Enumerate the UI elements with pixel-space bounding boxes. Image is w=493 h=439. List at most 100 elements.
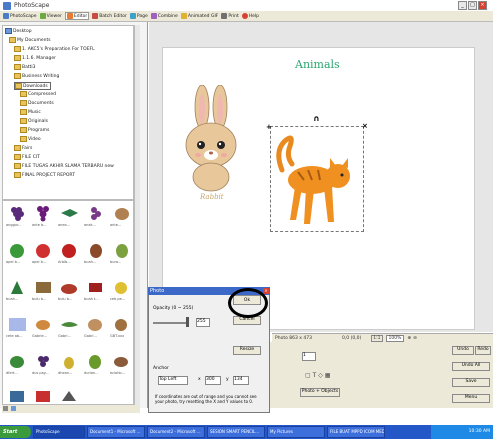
thumbnail-caption: durian... — [84, 371, 99, 375]
resize-button[interactable]: Resize — [233, 346, 261, 355]
dialog-note: If coordinates are out of range and you … — [155, 394, 257, 404]
folder-icon — [14, 172, 21, 178]
tree-node-label: My Documents — [17, 37, 51, 43]
taskbar-item[interactable]: PhotoScape — [33, 426, 85, 438]
window-controls: _ □ × — [458, 1, 487, 10]
tree-node[interactable]: Video — [20, 136, 41, 142]
help-icon — [241, 13, 248, 19]
rabbit-label: Rabbit — [200, 193, 224, 201]
tree-node[interactable]: FILE TUGAS AKHIR SLAMA TERBARU new — [14, 163, 114, 169]
zoom-display[interactable]: 100% — [385, 334, 405, 342]
size-icon[interactable] — [3, 406, 8, 411]
tree-node[interactable]: Music — [20, 109, 41, 115]
start-button[interactable]: Start — [0, 426, 31, 438]
undo-all-button[interactable]: Undo All — [452, 362, 490, 371]
thumbnail-item[interactable] — [6, 389, 29, 404]
tree-node[interactable]: Documents — [20, 100, 54, 106]
thumbnail-caption: bulu b... — [58, 297, 73, 301]
tree-node[interactable]: Business Writing — [14, 73, 59, 79]
tree-node[interactable]: My Documents — [9, 37, 51, 43]
editor-icon — [66, 13, 73, 19]
tree-node-selected[interactable]: Downloads — [14, 82, 51, 90]
tab-viewer[interactable]: Viewer — [39, 13, 62, 19]
combine-icon — [150, 13, 157, 19]
tab-label: Batch Editor — [99, 13, 127, 19]
dialog-title: Photo — [150, 288, 165, 294]
taskbar-item[interactable]: Document2 - Microsoft ... — [147, 426, 205, 438]
thumbnail-grid[interactable]: anggur... ante b... anea... anak... ante… — [2, 200, 134, 405]
tab-page[interactable]: Page — [129, 13, 148, 19]
resize-handle-left[interactable]: + — [266, 123, 272, 131]
cat-image[interactable] — [272, 130, 364, 230]
menu-button[interactable]: Menu — [452, 394, 490, 403]
save-button[interactable]: Save — [452, 378, 490, 387]
thumbnail-scrollbar[interactable] — [134, 200, 140, 405]
frame-tool-icon[interactable]: ▢ — [305, 372, 311, 379]
tab-label: PhotoScape — [10, 13, 37, 19]
opacity-slider-thumb[interactable] — [186, 317, 189, 327]
print-icon — [221, 13, 228, 19]
thumbnail-item[interactable] — [32, 389, 55, 404]
text-field[interactable]: 1 — [302, 352, 316, 361]
folder-icon — [14, 154, 21, 160]
folder-tree[interactable]: Desktop My Documents 1. AKC5's Preparati… — [2, 25, 134, 200]
thumbnail-caption: dhean... — [58, 371, 73, 375]
tree-node-label: FILE TUGAS AKHIR SLAMA TERBARU new — [22, 163, 114, 169]
tab-label: Editor — [73, 13, 88, 19]
opacity-slider[interactable] — [153, 322, 189, 324]
minimize-button[interactable]: _ — [458, 1, 467, 10]
fit-button[interactable]: 1:1 — [371, 334, 383, 342]
redo-button[interactable]: Redo — [475, 346, 491, 355]
y-label: y — [226, 377, 229, 382]
rotate-handle[interactable]: ∩ — [313, 114, 320, 123]
y-input[interactable]: 134 — [233, 376, 249, 385]
tree-node[interactable]: Fairs — [14, 145, 32, 151]
main-toolbar: PhotoScape Viewer Editor Batch Editor Pa… — [0, 11, 493, 22]
thumbnail-item[interactable] — [58, 389, 81, 404]
tree-node[interactable]: Originals — [20, 118, 48, 124]
clock[interactable]: 10:30 AM — [469, 429, 490, 434]
maximize-button[interactable]: □ — [468, 1, 477, 10]
rabbit-image[interactable] — [182, 85, 242, 193]
text-tool-icon[interactable]: T — [313, 372, 317, 379]
zoom-out-icon[interactable]: ⊖ — [413, 336, 417, 341]
delete-handle[interactable]: × — [362, 122, 368, 130]
photo-objects-button[interactable]: Photo + Objects — [300, 388, 340, 397]
tree-node[interactable]: FILE CIT — [14, 154, 40, 160]
zoom-in-icon[interactable]: ⊕ — [407, 336, 411, 341]
tree-node[interactable]: 1. AKC5's Preparation For TOEFL — [14, 46, 95, 52]
close-button[interactable]: × — [478, 1, 487, 10]
anchor-select[interactable]: Top Left — [158, 376, 188, 385]
tab-photoscape[interactable]: PhotoScape — [3, 13, 37, 19]
tree-node[interactable]: Compressed — [20, 91, 56, 97]
tree-node[interactable]: FINAL PROJECT REPORT — [14, 172, 75, 178]
taskbar-item[interactable]: SESION SMART PENCIL... — [207, 426, 265, 438]
x-input[interactable]: 300 — [205, 376, 221, 385]
tab-combine[interactable]: Combine — [150, 13, 178, 19]
tree-node-label: 1. AKC5's Preparation For TOEFL — [22, 46, 95, 52]
tree-node[interactable]: Desktop — [5, 28, 32, 34]
taskbar-item[interactable]: Document1 - Microsoft ... — [87, 426, 145, 438]
tree-node[interactable]: 1.1.6. Manager — [14, 55, 56, 61]
tab-help[interactable]: Help — [241, 13, 259, 19]
tab-batch-editor[interactable]: Batch Editor — [92, 13, 127, 19]
thumbnail-caption: GBT.xxx — [110, 334, 125, 338]
tree-node[interactable]: Programs — [20, 127, 49, 133]
tab-animated-gif[interactable]: Animated GIF — [180, 13, 218, 19]
mosaic-tool-icon[interactable]: ▦ — [325, 372, 331, 379]
thumbnail-caption: dus pay... — [32, 371, 49, 375]
tab-print[interactable]: Print — [221, 13, 239, 19]
folder-icon — [20, 118, 27, 124]
tree-node[interactable]: Batti3 — [14, 64, 36, 70]
taskbar-item[interactable]: FILE BUAT MPPD ICOM MEDIA... — [327, 426, 385, 438]
thumbnail-caption: Gabri... — [58, 334, 71, 338]
taskbar-item[interactable]: My Pictures — [267, 426, 325, 438]
undo-button[interactable]: Undo — [452, 346, 474, 355]
tab-editor[interactable]: Editor — [64, 12, 90, 20]
opacity-input[interactable]: 255 — [196, 318, 210, 327]
thumbnail-caption: dfert... — [6, 371, 18, 375]
tree-node-label: FINAL PROJECT REPORT — [22, 172, 75, 178]
shape-tool-icon[interactable]: ◇ — [318, 372, 323, 379]
tree-scrollbar[interactable] — [134, 25, 140, 200]
refresh-icon[interactable] — [11, 406, 17, 411]
